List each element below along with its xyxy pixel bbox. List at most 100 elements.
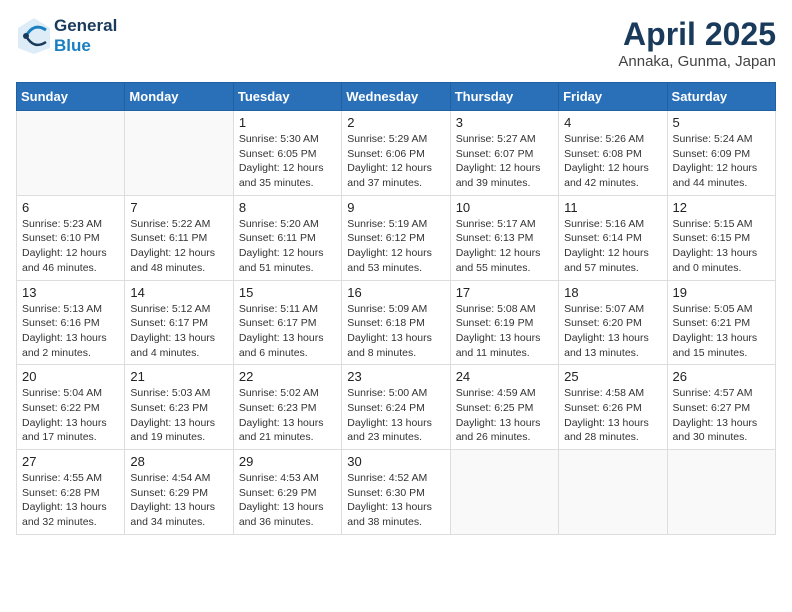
day-detail: Sunrise: 4:59 AM Sunset: 6:25 PM Dayligh… — [456, 386, 553, 445]
day-detail: Sunrise: 5:04 AM Sunset: 6:22 PM Dayligh… — [22, 386, 119, 445]
weekday-header-row: SundayMondayTuesdayWednesdayThursdayFrid… — [17, 83, 776, 111]
day-detail: Sunrise: 5:09 AM Sunset: 6:18 PM Dayligh… — [347, 302, 444, 361]
calendar-cell: 10 Sunrise: 5:17 AM Sunset: 6:13 PM Dayli… — [450, 195, 558, 280]
day-detail: Sunrise: 5:08 AM Sunset: 6:19 PM Dayligh… — [456, 302, 553, 361]
day-detail: Sunrise: 4:54 AM Sunset: 6:29 PM Dayligh… — [130, 471, 227, 530]
day-number: 6 — [22, 200, 119, 215]
day-detail: Sunrise: 5:13 AM Sunset: 6:16 PM Dayligh… — [22, 302, 119, 361]
weekday-header-saturday: Saturday — [667, 83, 775, 111]
logo-icon — [16, 16, 52, 56]
day-detail: Sunrise: 5:27 AM Sunset: 6:07 PM Dayligh… — [456, 132, 553, 191]
calendar-cell: 20 Sunrise: 5:04 AM Sunset: 6:22 PM Dayli… — [17, 365, 125, 450]
day-detail: Sunrise: 4:53 AM Sunset: 6:29 PM Dayligh… — [239, 471, 336, 530]
calendar-week-row: 27 Sunrise: 4:55 AM Sunset: 6:28 PM Dayli… — [17, 450, 776, 535]
day-number: 26 — [673, 369, 770, 384]
calendar-cell: 26 Sunrise: 4:57 AM Sunset: 6:27 PM Dayli… — [667, 365, 775, 450]
day-number: 21 — [130, 369, 227, 384]
calendar-cell — [125, 111, 233, 196]
calendar-cell: 17 Sunrise: 5:08 AM Sunset: 6:19 PM Dayli… — [450, 280, 558, 365]
day-detail: Sunrise: 5:17 AM Sunset: 6:13 PM Dayligh… — [456, 217, 553, 276]
calendar-week-row: 20 Sunrise: 5:04 AM Sunset: 6:22 PM Dayli… — [17, 365, 776, 450]
day-number: 12 — [673, 200, 770, 215]
day-number: 2 — [347, 115, 444, 130]
title-block: April 2025 Annaka, Gunma, Japan — [618, 16, 776, 70]
calendar-cell: 9 Sunrise: 5:19 AM Sunset: 6:12 PM Daylig… — [342, 195, 450, 280]
day-number: 20 — [22, 369, 119, 384]
calendar-cell: 24 Sunrise: 4:59 AM Sunset: 6:25 PM Dayli… — [450, 365, 558, 450]
day-number: 17 — [456, 285, 553, 300]
day-number: 13 — [22, 285, 119, 300]
month-title: April 2025 — [618, 16, 776, 53]
page-header: General Blue April 2025 Annaka, Gunma, J… — [16, 16, 776, 70]
calendar-cell: 21Sunrise: 5:03 AM Sunset: 6:23 PM Dayli… — [125, 365, 233, 450]
day-number: 11 — [564, 200, 661, 215]
calendar-cell: 5 Sunrise: 5:24 AM Sunset: 6:09 PM Daylig… — [667, 111, 775, 196]
logo-general-text: General — [54, 16, 117, 36]
day-number: 10 — [456, 200, 553, 215]
day-detail: Sunrise: 5:07 AM Sunset: 6:20 PM Dayligh… — [564, 302, 661, 361]
day-detail: Sunrise: 5:00 AM Sunset: 6:24 PM Dayligh… — [347, 386, 444, 445]
day-detail: Sunrise: 5:24 AM Sunset: 6:09 PM Dayligh… — [673, 132, 770, 191]
calendar-cell: 14Sunrise: 5:12 AM Sunset: 6:17 PM Dayli… — [125, 280, 233, 365]
calendar-cell: 7 Sunrise: 5:22 AM Sunset: 6:11 PM Daylig… — [125, 195, 233, 280]
day-number: 14 — [130, 285, 227, 300]
calendar-cell: 29 Sunrise: 4:53 AM Sunset: 6:29 PM Dayli… — [233, 450, 341, 535]
day-number: 19 — [673, 285, 770, 300]
day-number: 8 — [239, 200, 336, 215]
day-detail: Sunrise: 4:58 AM Sunset: 6:26 PM Dayligh… — [564, 386, 661, 445]
day-detail: Sunrise: 5:19 AM Sunset: 6:12 PM Dayligh… — [347, 217, 444, 276]
day-number: 24 — [456, 369, 553, 384]
calendar-week-row: 6Sunrise: 5:23 AM Sunset: 6:10 PM Daylig… — [17, 195, 776, 280]
day-number: 25 — [564, 369, 661, 384]
calendar-cell: 13 Sunrise: 5:13 AM Sunset: 6:16 PM Dayli… — [17, 280, 125, 365]
calendar-cell — [667, 450, 775, 535]
day-detail: Sunrise: 5:15 AM Sunset: 6:15 PM Dayligh… — [673, 217, 770, 276]
day-detail: Sunrise: 5:16 AM Sunset: 6:14 PM Dayligh… — [564, 217, 661, 276]
day-detail: Sunrise: 5:11 AM Sunset: 6:17 PM Dayligh… — [239, 302, 336, 361]
weekday-header-tuesday: Tuesday — [233, 83, 341, 111]
calendar-cell: 28 Sunrise: 4:54 AM Sunset: 6:29 PM Dayli… — [125, 450, 233, 535]
day-number: 18 — [564, 285, 661, 300]
calendar-cell: 12 Sunrise: 5:15 AM Sunset: 6:15 PM Dayli… — [667, 195, 775, 280]
day-number: 4 — [564, 115, 661, 130]
day-detail: Sunrise: 5:29 AM Sunset: 6:06 PM Dayligh… — [347, 132, 444, 191]
day-number: 29 — [239, 454, 336, 469]
calendar-cell: 8Sunrise: 5:20 AM Sunset: 6:11 PM Daylig… — [233, 195, 341, 280]
logo: General Blue — [16, 16, 117, 57]
calendar-cell: 15Sunrise: 5:11 AM Sunset: 6:17 PM Dayli… — [233, 280, 341, 365]
calendar-week-row: 1Sunrise: 5:30 AM Sunset: 6:05 PM Daylig… — [17, 111, 776, 196]
calendar-cell — [559, 450, 667, 535]
day-detail: Sunrise: 4:55 AM Sunset: 6:28 PM Dayligh… — [22, 471, 119, 530]
day-number: 9 — [347, 200, 444, 215]
location-subtitle: Annaka, Gunma, Japan — [618, 53, 776, 70]
day-number: 16 — [347, 285, 444, 300]
day-number: 30 — [347, 454, 444, 469]
calendar-cell: 4Sunrise: 5:26 AM Sunset: 6:08 PM Daylig… — [559, 111, 667, 196]
calendar-cell: 23 Sunrise: 5:00 AM Sunset: 6:24 PM Dayli… — [342, 365, 450, 450]
weekday-header-monday: Monday — [125, 83, 233, 111]
day-number: 28 — [130, 454, 227, 469]
day-detail: Sunrise: 5:30 AM Sunset: 6:05 PM Dayligh… — [239, 132, 336, 191]
day-number: 3 — [456, 115, 553, 130]
logo-blue-text: Blue — [54, 36, 117, 56]
calendar-cell: 1Sunrise: 5:30 AM Sunset: 6:05 PM Daylig… — [233, 111, 341, 196]
calendar-cell: 18 Sunrise: 5:07 AM Sunset: 6:20 PM Dayli… — [559, 280, 667, 365]
day-detail: Sunrise: 4:52 AM Sunset: 6:30 PM Dayligh… — [347, 471, 444, 530]
calendar-cell — [17, 111, 125, 196]
calendar-week-row: 13 Sunrise: 5:13 AM Sunset: 6:16 PM Dayli… — [17, 280, 776, 365]
day-number: 5 — [673, 115, 770, 130]
day-number: 23 — [347, 369, 444, 384]
calendar-cell — [450, 450, 558, 535]
day-number: 27 — [22, 454, 119, 469]
weekday-header-friday: Friday — [559, 83, 667, 111]
day-detail: Sunrise: 5:22 AM Sunset: 6:11 PM Dayligh… — [130, 217, 227, 276]
day-detail: Sunrise: 5:02 AM Sunset: 6:23 PM Dayligh… — [239, 386, 336, 445]
calendar-cell: 3 Sunrise: 5:27 AM Sunset: 6:07 PM Daylig… — [450, 111, 558, 196]
calendar-cell: 22Sunrise: 5:02 AM Sunset: 6:23 PM Dayli… — [233, 365, 341, 450]
day-detail: Sunrise: 4:57 AM Sunset: 6:27 PM Dayligh… — [673, 386, 770, 445]
calendar-cell: 30 Sunrise: 4:52 AM Sunset: 6:30 PM Dayli… — [342, 450, 450, 535]
calendar-cell: 25 Sunrise: 4:58 AM Sunset: 6:26 PM Dayli… — [559, 365, 667, 450]
weekday-header-wednesday: Wednesday — [342, 83, 450, 111]
calendar-cell: 6Sunrise: 5:23 AM Sunset: 6:10 PM Daylig… — [17, 195, 125, 280]
day-number: 7 — [130, 200, 227, 215]
